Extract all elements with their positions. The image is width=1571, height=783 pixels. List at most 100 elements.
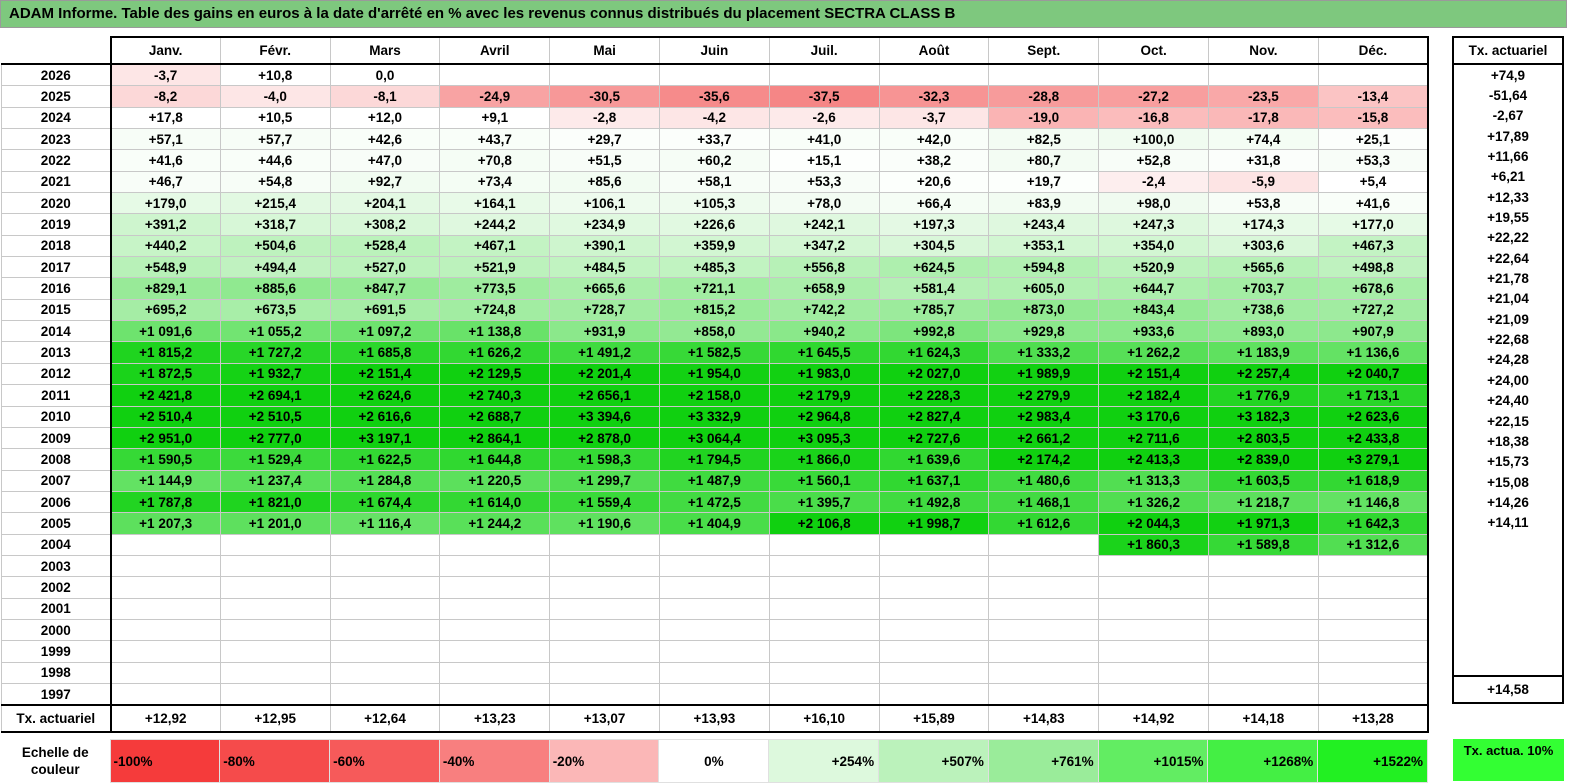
value-cell: +520,9 <box>1098 256 1209 279</box>
side-total: +14,58 <box>1452 675 1564 705</box>
year-cell: 2018 <box>1 234 112 258</box>
value-cell <box>768 618 880 642</box>
table-row: 2022 +41,6 +44,6 +47,0 +70,8 +51,5 +60,2 +15,1 +… <box>1 149 1430 172</box>
value-cell: +1 932,7 <box>219 362 331 386</box>
value-cell: +1 491,2 <box>549 341 660 364</box>
value-cell <box>1207 576 1319 599</box>
footer-value: +15,89 <box>878 704 990 734</box>
value-cell <box>110 533 221 556</box>
table-row: 2005 +1 207,3 +1 201,0 +1 116,4 +1 244,2 +1 1… <box>1 512 1430 535</box>
value-cell <box>1317 682 1430 706</box>
value-cell <box>1098 597 1209 620</box>
value-cell: +2 257,4 <box>1207 362 1319 386</box>
value-cell: +83,9 <box>988 192 1100 215</box>
value-cell: +2 413,3 <box>1098 448 1209 471</box>
value-cell <box>439 640 551 663</box>
value-cell <box>329 554 441 578</box>
value-cell: +92,7 <box>329 170 441 194</box>
value-cell: +353,1 <box>988 234 1100 258</box>
footer-value: +12,95 <box>219 704 331 734</box>
table-row: 2012 +1 872,5 +1 932,7 +2 151,4 +2 129,5 +2 2… <box>1 362 1430 386</box>
value-cell: +738,6 <box>1207 298 1319 322</box>
value-cell: +2 106,8 <box>768 512 880 535</box>
value-cell: +57,1 <box>110 128 221 151</box>
value-cell <box>219 533 331 556</box>
value-cell: +174,3 <box>1207 213 1319 236</box>
value-cell <box>219 576 331 599</box>
value-cell <box>1317 576 1430 599</box>
scale-swatch: +1522% <box>1317 739 1429 783</box>
year-cell: 2015 <box>1 298 112 322</box>
value-cell <box>1317 597 1430 620</box>
value-cell: +1 262,2 <box>1098 341 1209 364</box>
year-cell: 2011 <box>1 384 112 407</box>
side-value: +22,64 <box>1452 248 1564 269</box>
value-cell: +1 971,3 <box>1207 512 1319 535</box>
value-cell: +1 492,8 <box>878 490 990 514</box>
value-cell: +1 983,0 <box>768 362 880 386</box>
value-cell: -2,4 <box>1098 170 1209 194</box>
table-row: 2004 +1 860,3 +1 589,8 +1 312,6 <box>1 533 1430 556</box>
value-cell: +57,7 <box>219 128 331 151</box>
year-cell: 2007 <box>1 469 112 492</box>
value-cell: -32,3 <box>878 85 990 108</box>
value-cell <box>988 682 1100 706</box>
value-cell: +504,6 <box>219 234 331 258</box>
value-cell <box>439 554 551 578</box>
value-cell: +2 151,4 <box>1098 362 1209 386</box>
value-cell: +1 872,5 <box>110 362 221 386</box>
value-cell: +1 821,0 <box>219 490 331 514</box>
value-cell: +1 138,8 <box>439 320 551 343</box>
value-cell: +41,0 <box>768 128 880 151</box>
year-cell: 2014 <box>1 320 112 343</box>
scale-swatch: -20% <box>548 739 660 783</box>
value-cell: +829,1 <box>110 277 221 300</box>
value-cell: +60,2 <box>658 149 770 172</box>
value-cell: -23,5 <box>1207 85 1319 108</box>
value-cell <box>329 640 441 663</box>
value-cell: +1 146,8 <box>1317 490 1430 514</box>
value-cell <box>1317 640 1430 663</box>
value-cell: +1 312,6 <box>1317 533 1430 556</box>
side-value: +21,09 <box>1452 309 1564 330</box>
table-row: 2015 +695,2 +673,5 +691,5 +724,8 +728,7 +815,2… <box>1 298 1430 322</box>
value-cell <box>768 682 880 706</box>
value-cell <box>110 597 221 620</box>
value-cell: +929,8 <box>988 320 1100 343</box>
value-cell <box>988 597 1100 620</box>
value-cell: +3 394,6 <box>549 405 660 428</box>
value-cell: +2 151,4 <box>329 362 441 386</box>
year-cell: 2003 <box>1 554 112 578</box>
scale-swatch: -100% <box>109 739 221 783</box>
value-cell: +815,2 <box>658 298 770 322</box>
value-cell: +98,0 <box>1098 192 1209 215</box>
value-cell: -5,9 <box>1207 170 1319 194</box>
value-cell <box>768 640 880 663</box>
value-cell: +177,0 <box>1317 213 1430 236</box>
value-cell <box>110 576 221 599</box>
value-cell: +1 794,5 <box>658 448 770 471</box>
value-cell <box>988 63 1100 87</box>
value-cell <box>658 618 770 642</box>
value-cell <box>1098 682 1209 706</box>
value-cell: +1 645,5 <box>768 341 880 364</box>
month-header: Mai <box>549 36 660 65</box>
value-cell: +44,6 <box>219 149 331 172</box>
value-cell: +33,7 <box>658 128 770 151</box>
value-cell: +100,0 <box>1098 128 1209 151</box>
value-cell: +2 694,1 <box>219 384 331 407</box>
value-cell: +1 582,5 <box>658 341 770 364</box>
year-cell: 2000 <box>1 618 112 642</box>
side-value <box>1452 614 1564 635</box>
value-cell: +1 589,8 <box>1207 533 1319 556</box>
footer-value: +16,10 <box>768 704 880 734</box>
value-cell: +1 637,1 <box>878 469 990 492</box>
value-cell: +391,2 <box>110 213 221 236</box>
value-cell: +3 182,3 <box>1207 405 1319 428</box>
value-cell <box>110 640 221 663</box>
year-cell: 2019 <box>1 213 112 236</box>
value-cell: -37,5 <box>768 85 880 108</box>
scale-side-swatch: Tx. actua. 10% <box>1453 739 1564 781</box>
year-cell: 2020 <box>1 192 112 215</box>
value-cell: +70,8 <box>439 149 551 172</box>
